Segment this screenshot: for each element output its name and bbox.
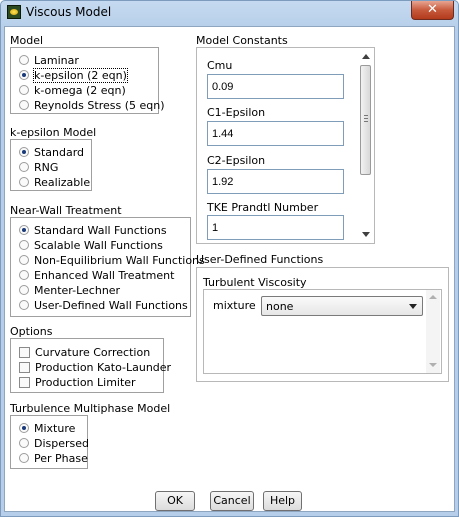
radio-icon (19, 240, 29, 250)
model-group: Laminar k-epsilon (2 eqn) k-omega (2 eqn… (10, 47, 165, 114)
radio-icon (19, 100, 29, 110)
window-title: Viscous Model (26, 5, 112, 19)
option-curvature-correction[interactable]: Curvature Correction (19, 345, 150, 360)
radio-icon (19, 285, 29, 295)
radio-selected-icon (19, 225, 29, 235)
cancel-button[interactable]: Cancel (210, 491, 254, 511)
scroll-thumb[interactable] (360, 65, 371, 175)
close-button[interactable]: ✕ (411, 1, 454, 20)
near-wall-option-user-defined[interactable]: User-Defined Wall Functions (19, 298, 188, 313)
model-constants-title: Model Constants (196, 34, 288, 47)
near-wall-option-menter-lechner[interactable]: Menter-Lechner (19, 283, 120, 298)
scroll-down-icon[interactable] (362, 232, 370, 237)
c1-epsilon-input[interactable] (207, 121, 344, 146)
radio-icon (19, 85, 29, 95)
k-epsilon-group: Standard RNG Realizable (10, 139, 92, 191)
cmu-input[interactable] (207, 74, 344, 99)
options-section-title: Options (10, 325, 53, 338)
model-option-k-epsilon[interactable]: k-epsilon (2 eqn) (19, 68, 128, 83)
udf-scrollbar[interactable] (426, 290, 440, 373)
multiphase-option-dispersed[interactable]: Dispersed (19, 436, 89, 451)
k-epsilon-option-standard[interactable]: Standard (19, 145, 84, 160)
multiphase-option-mixture[interactable]: Mixture (19, 421, 75, 436)
radio-icon (19, 177, 29, 187)
option-production-kato-launder[interactable]: Production Kato-Launder (19, 360, 171, 375)
near-wall-option-non-equilibrium[interactable]: Non-Equilibrium Wall Functions (19, 253, 205, 268)
radio-icon (19, 453, 29, 463)
constants-scrollbar[interactable] (359, 48, 373, 243)
radio-selected-icon (19, 423, 29, 433)
model-option-laminar[interactable]: Laminar (19, 53, 79, 68)
near-wall-group: Standard Wall Functions Scalable Wall Fu… (10, 217, 205, 317)
multiphase-group: Mixture Dispersed Per Phase (10, 415, 89, 469)
k-epsilon-option-realizable[interactable]: Realizable (19, 175, 90, 190)
near-wall-option-standard[interactable]: Standard Wall Functions (19, 223, 167, 238)
phase-label: mixture (213, 299, 256, 312)
near-wall-section-title: Near-Wall Treatment (10, 204, 122, 217)
dialog-body: Model Laminar k-epsilon (2 eqn) k-omega … (4, 26, 455, 512)
checkbox-icon (19, 347, 30, 358)
radio-icon (19, 55, 29, 65)
scroll-down-icon (429, 363, 437, 367)
near-wall-option-enhanced[interactable]: Enhanced Wall Treatment (19, 268, 174, 283)
tke-prandtl-input[interactable] (207, 215, 344, 240)
checkbox-icon (19, 362, 30, 373)
chevron-down-icon (409, 304, 417, 309)
model-constants-panel: Cmu C1-Epsilon C2-Epsilon TKE Prandtl Nu… (196, 47, 375, 244)
udf-section-title: User-Defined Functions (196, 253, 324, 266)
multiphase-section-title: Turbulence Multiphase Model (10, 402, 171, 415)
model-option-reynolds-stress[interactable]: Reynolds Stress (5 eqn) (19, 98, 165, 113)
option-production-limiter[interactable]: Production Limiter (19, 375, 136, 390)
near-wall-option-scalable[interactable]: Scalable Wall Functions (19, 238, 163, 253)
cmu-label: Cmu (207, 59, 233, 72)
model-section-title: Model (10, 34, 44, 47)
tke-prandtl-label: TKE Prandtl Number (207, 201, 319, 214)
turbulent-viscosity-panel: mixture none (203, 289, 442, 374)
c1-epsilon-label: C1-Epsilon (207, 106, 266, 119)
scroll-up-icon[interactable] (362, 54, 370, 59)
k-epsilon-option-rng[interactable]: RNG (19, 160, 58, 175)
title-bar[interactable]: Viscous Model ✕ (1, 1, 458, 25)
radio-icon (19, 438, 29, 448)
k-epsilon-section-title: k-epsilon Model (10, 126, 97, 139)
radio-icon (19, 162, 29, 172)
c2-epsilon-input[interactable] (207, 169, 344, 194)
radio-selected-icon (19, 70, 29, 80)
radio-selected-icon (19, 147, 29, 157)
model-option-k-omega[interactable]: k-omega (2 eqn) (19, 83, 126, 98)
viscous-model-window: Viscous Model ✕ Model Laminar k-epsilon … (0, 0, 459, 517)
scroll-up-icon (429, 295, 437, 299)
turbulent-viscosity-select[interactable]: none (261, 296, 423, 316)
c2-epsilon-label: C2-Epsilon (207, 154, 266, 167)
grip-line (364, 118, 368, 119)
radio-icon (19, 270, 29, 280)
help-button[interactable]: Help (263, 491, 302, 511)
checkbox-icon (19, 377, 30, 388)
turbulent-viscosity-title: Turbulent Viscosity (203, 276, 307, 289)
radio-icon (19, 255, 29, 265)
multiphase-option-per-phase[interactable]: Per Phase (19, 451, 88, 466)
app-icon (7, 5, 21, 19)
ok-button[interactable]: OK (155, 491, 195, 511)
select-value: none (266, 300, 294, 313)
radio-icon (19, 300, 29, 310)
options-group: Curvature Correction Production Kato-Lau… (10, 338, 171, 393)
udf-group: Turbulent Viscosity mixture none (196, 267, 449, 382)
